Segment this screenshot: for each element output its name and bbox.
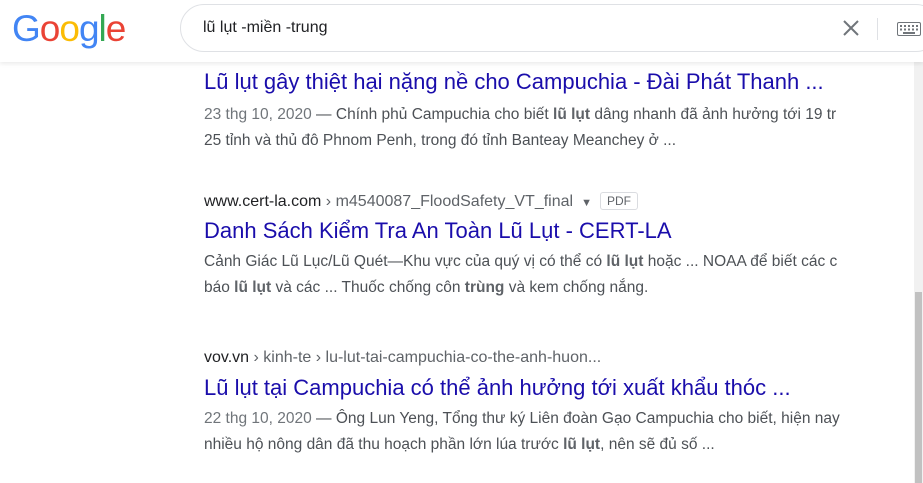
search-divider: [877, 18, 878, 40]
result-path: › m4540087_FloodSafety_VT_final: [321, 193, 574, 210]
result-snippet-line: báo lũ lụt và các ... Thuốc chống côn tr…: [204, 275, 923, 301]
scrollbar[interactable]: [914, 62, 923, 483]
keyboard-icon[interactable]: [897, 22, 921, 36]
result-item: Lũ lụt gây thiệt hại nặng nề cho Campuch…: [204, 68, 923, 154]
snippet-highlight: trùng: [464, 279, 505, 296]
snippet-highlight: lũ lụt: [234, 279, 272, 296]
google-logo[interactable]: Google: [12, 6, 127, 52]
triangle-down-icon[interactable]: ▼: [581, 197, 592, 209]
search-input[interactable]: [203, 5, 803, 51]
result-item: www.cert-la.com › m4540087_FloodSafety_V…: [204, 192, 923, 301]
snippet-text: báo: [204, 279, 235, 296]
logo-letter: e: [105, 8, 127, 49]
snippet-text: dâng nhanh đã ảnh hưởng tới 19 tr: [590, 106, 837, 123]
result-title-link[interactable]: Danh Sách Kiểm Tra An Toàn Lũ Lụt - CERT…: [204, 217, 923, 245]
snippet-text: hoặc ... NOAA để biết các c: [643, 253, 838, 270]
result-site: www.cert-la.com: [204, 193, 322, 210]
snippet-text: nhiều hộ nông dân đã thu hoạch phần lớn …: [204, 436, 564, 453]
result-date: 22 thg 10, 2020: [204, 410, 312, 427]
result-site: vov.vn: [204, 349, 250, 366]
snippet-text: Ông Lun Yeng, Tổng thư ký Liên đoàn Gạo …: [335, 410, 840, 427]
snippet-text: —: [311, 410, 336, 427]
snippet-text: , nên sẽ đủ số ...: [600, 436, 715, 453]
pdf-badge: PDF: [599, 192, 638, 210]
snippet-highlight: lũ lụt: [563, 436, 601, 453]
logo-letter: g: [78, 8, 100, 49]
logo-letter: o: [39, 8, 61, 49]
result-snippet-line: nhiều hộ nông dân đã thu hoạch phần lớn …: [204, 432, 923, 458]
result-path: › kinh-te › lu-lut-tai-campuchia-co-the-…: [249, 349, 602, 366]
close-icon[interactable]: [841, 18, 861, 38]
logo-letter: o: [59, 8, 80, 49]
search-box[interactable]: [180, 4, 923, 52]
result-url-breadcrumb[interactable]: vov.vn › kinh-te › lu-lut-tai-campuchia-…: [204, 348, 923, 368]
logo-letter: l: [98, 8, 107, 49]
result-snippet: 23 thg 10, 2020 — Chính phủ Campuchia ch…: [204, 102, 923, 128]
snippet-text: —: [311, 106, 336, 123]
result-snippet: 22 thg 10, 2020 — Ông Lun Yeng, Tổng thư…: [204, 406, 923, 432]
result-snippet-line: 25 tỉnh và thủ đô Phnom Penh, trong đó t…: [204, 132, 677, 149]
snippet-text: Cảnh Giác Lũ Lục/Lũ Quét—Khu vực của quý…: [204, 253, 607, 270]
search-header: Google: [0, 0, 923, 62]
result-snippet: Cảnh Giác Lũ Lục/Lũ Quét—Khu vực của quý…: [204, 249, 923, 275]
logo-letter: G: [12, 8, 41, 49]
result-title-link[interactable]: Lũ lụt gây thiệt hại nặng nề cho Campuch…: [204, 68, 923, 96]
snippet-text: Chính phủ Campuchia cho biết: [335, 106, 554, 123]
result-url-breadcrumb[interactable]: www.cert-la.com › m4540087_FloodSafety_V…: [204, 192, 923, 213]
result-date: 23 thg 10, 2020: [204, 106, 312, 123]
result-title-link[interactable]: Lũ lụt tại Campuchia có thể ảnh hưởng tớ…: [204, 374, 923, 402]
snippet-text: và kem chống nắng.: [504, 279, 649, 296]
result-item: vov.vn › kinh-te › lu-lut-tai-campuchia-…: [204, 348, 923, 458]
scrollbar-thumb[interactable]: [915, 292, 922, 483]
snippet-highlight: lũ lụt: [606, 253, 644, 270]
snippet-text: và các ... Thuốc chống côn: [271, 279, 465, 296]
snippet-highlight: lũ lụt: [553, 106, 591, 123]
